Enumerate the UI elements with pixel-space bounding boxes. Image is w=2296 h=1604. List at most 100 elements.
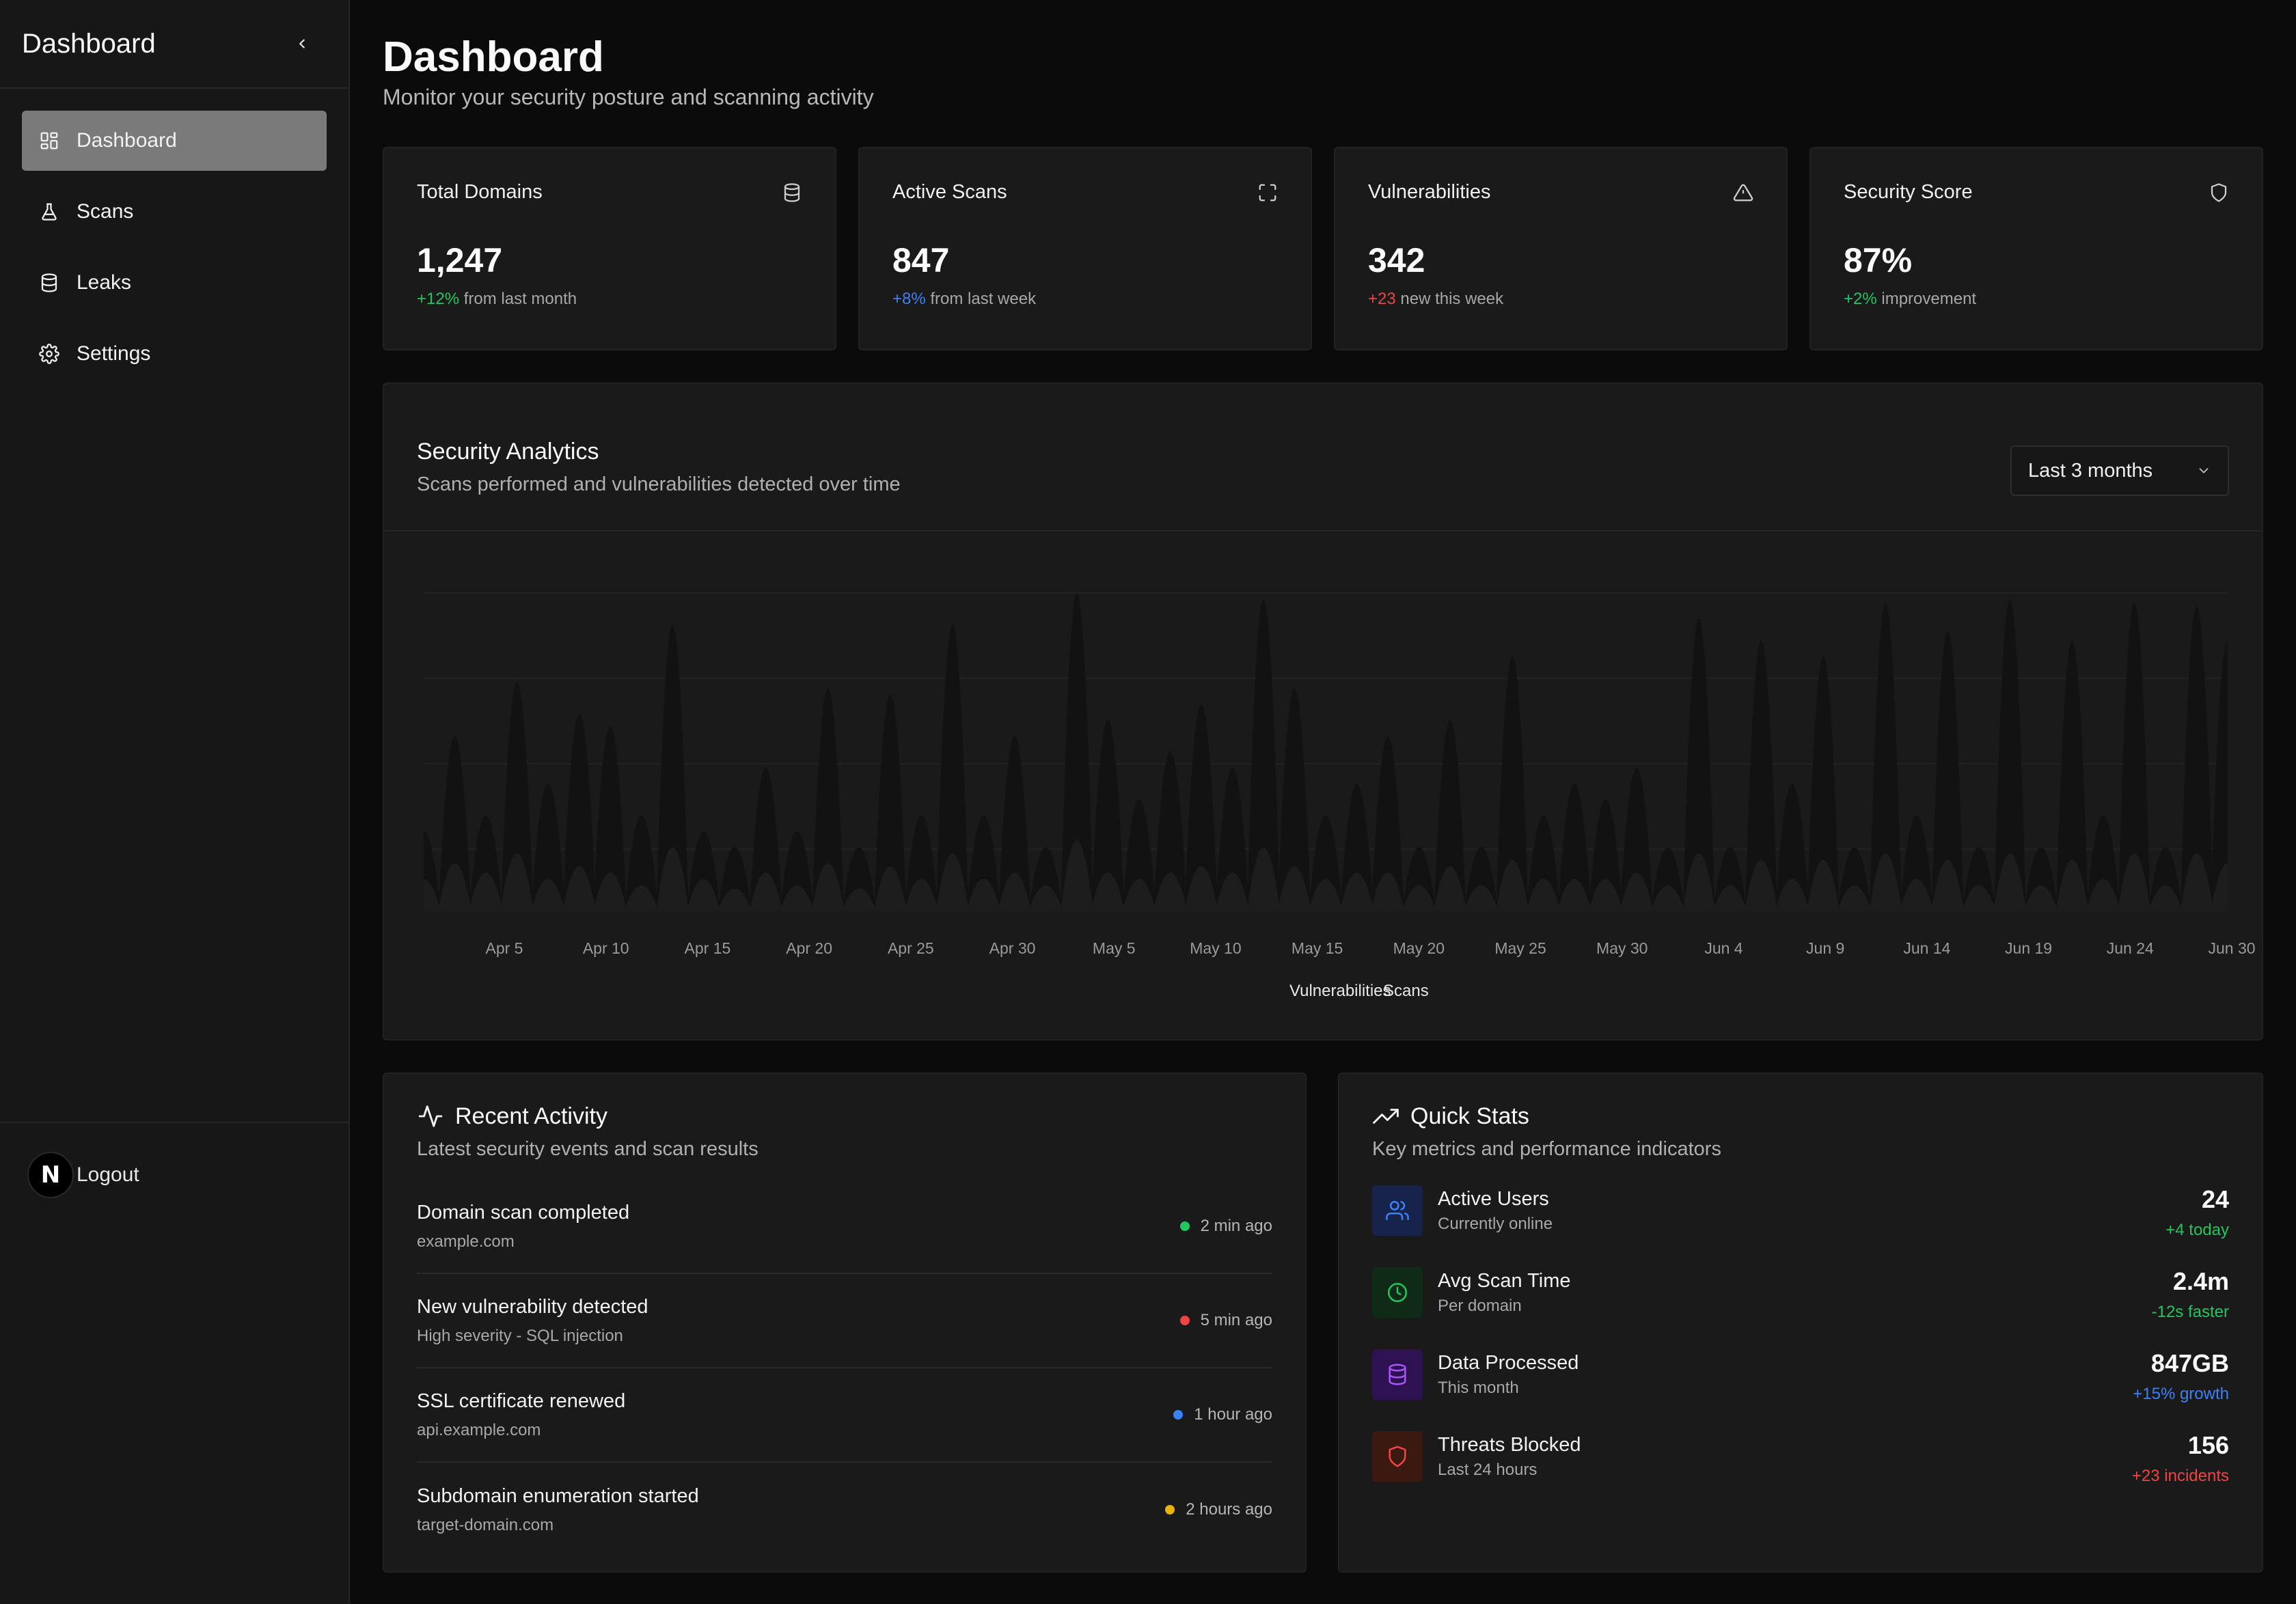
sidebar-title: Dashboard <box>22 28 156 59</box>
quick-stats-subtitle: Key metrics and performance indicators <box>1372 1138 1721 1160</box>
activity-item-time: 5 min ago <box>1200 1311 1272 1329</box>
database-icon <box>37 271 62 295</box>
list-item[interactable]: Subdomain enumeration started target-doma… <box>417 1463 1272 1557</box>
x-tick-label: May 5 <box>1093 939 1136 957</box>
trending-up-icon <box>1372 1103 1399 1130</box>
stat-label: Active Scans <box>892 181 1007 203</box>
x-tick-label: Apr 15 <box>685 939 731 957</box>
stat-delta: +12% <box>417 290 460 308</box>
x-tick-label: Jun 4 <box>1704 939 1742 957</box>
x-tick-label: Apr 10 <box>583 939 629 957</box>
stat-footnote: +12% from last month <box>417 290 802 309</box>
stat-value: 342 <box>1368 241 1425 279</box>
activity-list: Domain scan completed example.com 2 min a… <box>417 1180 1272 1557</box>
list-item: Data Processed This month 847GB +15% growt… <box>1372 1349 2229 1431</box>
stat-label: Vulnerabilities <box>1368 181 1491 203</box>
quick-stat-delta: +15% growth <box>2133 1385 2229 1403</box>
alert-triangle-icon <box>1733 184 1753 201</box>
quick-stat-title: Active Users <box>1438 1187 1549 1210</box>
list-item[interactable]: Domain scan completed example.com 2 min a… <box>417 1180 1272 1274</box>
x-tick-label: May 20 <box>1393 939 1445 957</box>
activity-item-detail: High severity - SQL injection <box>417 1326 623 1345</box>
quick-stat-value: 847GB <box>2150 1349 2229 1377</box>
stat-card-total-domains: Total Domains 1,247 +12% from last month <box>383 147 836 350</box>
x-axis-ticks: Apr 5 Apr 10 Apr 15 Apr 20 Apr 25 Apr 30 May 5… <box>486 939 2256 957</box>
sidebar-item-leaks[interactable]: Leaks <box>22 253 327 313</box>
quick-stat-subtitle: Per domain <box>1438 1296 1522 1315</box>
sidebar-item-label: Dashboard <box>77 129 177 152</box>
x-tick-label: May 25 <box>1494 939 1546 957</box>
avatar[interactable]: N <box>27 1152 74 1198</box>
stat-note: from last month <box>459 290 577 308</box>
list-item: Avg Scan Time Per domain 2.4m -12s faster <box>1372 1267 2229 1349</box>
sidebar-item-settings[interactable]: Settings <box>22 324 327 384</box>
time-range-select[interactable]: Last 3 months <box>2010 445 2229 496</box>
quick-stat-delta: +23 incidents <box>2131 1467 2229 1485</box>
x-tick-label: Jun 14 <box>1903 939 1950 957</box>
activity-item-title: SSL certificate renewed <box>417 1389 626 1412</box>
sidebar-item-label: Settings <box>77 342 151 365</box>
x-tick-label: Apr 25 <box>888 939 934 957</box>
stat-label: Security Score <box>1844 181 1973 203</box>
activity-title: Recent Activity <box>455 1103 607 1129</box>
quick-stat-subtitle: This month <box>1438 1378 1519 1397</box>
status-dot <box>1179 1316 1190 1325</box>
stat-delta: +2% <box>1844 290 1877 308</box>
gear-icon <box>37 342 62 366</box>
sidebar-item-dashboard[interactable]: Dashboard <box>22 111 327 171</box>
activity-item-time: 2 min ago <box>1200 1217 1272 1235</box>
quick-stat-title: Threats Blocked <box>1438 1433 1581 1456</box>
quick-stat-subtitle: Last 24 hours <box>1438 1460 1538 1479</box>
shield-icon <box>1372 1431 1423 1482</box>
activity-item-title: Domain scan completed <box>417 1201 630 1223</box>
x-tick-label: Jun 19 <box>2005 939 2052 957</box>
stat-note: from last week <box>925 290 1037 308</box>
list-item: Active Users Currently online 24 +4 today <box>1372 1185 2229 1267</box>
quick-stat-value: 156 <box>2187 1431 2229 1459</box>
page-title: Dashboard <box>383 33 604 81</box>
security-analytics-chart: Apr 5 Apr 10 Apr 15 Apr 20 Apr 25 Apr 30 May 5… <box>424 592 2256 1000</box>
activity-subtitle: Latest security events and scan results <box>417 1138 758 1160</box>
quick-stat-title: Avg Scan Time <box>1438 1269 1571 1292</box>
legend-scans: Scans <box>1383 982 1429 1000</box>
stat-note: improvement <box>1876 290 1977 308</box>
layout-dashboard-icon <box>37 128 62 153</box>
quick-stat-delta: -12s faster <box>2151 1303 2229 1321</box>
sidebar-header: Dashboard <box>0 0 348 89</box>
database-icon <box>784 182 800 202</box>
recent-activity-panel: Recent Activity Latest security events a… <box>383 1073 1307 1573</box>
x-tick-label: May 30 <box>1596 939 1648 957</box>
analytics-title: Security Analytics <box>417 439 599 465</box>
page-subtitle: Monitor your security posture and scanni… <box>383 85 874 109</box>
list-item[interactable]: SSL certificate renewed api.example.com 1… <box>417 1368 1272 1463</box>
status-dot <box>1173 1410 1184 1420</box>
analytics-header: Security Analytics Scans performed and v… <box>384 384 2262 531</box>
legend-vulnerabilities: Vulnerabilities <box>1289 982 1391 1000</box>
collapse-sidebar-button[interactable] <box>291 33 313 55</box>
stat-value: 1,247 <box>417 241 503 279</box>
stat-footnote: +2% improvement <box>1844 290 2229 309</box>
list-item[interactable]: New vulnerability detected High severity … <box>417 1274 1272 1368</box>
x-tick-label: Apr 5 <box>486 939 523 957</box>
activity-item-title: Subdomain enumeration started <box>417 1484 699 1507</box>
sidebar: Dashboard Dashboard Scans Leaks Settings… <box>0 0 350 1604</box>
logout-button[interactable]: Logout <box>77 1163 139 1187</box>
stat-label: Total Domains <box>417 181 543 203</box>
time-range-value: Last 3 months <box>2028 459 2153 482</box>
activity-item-title: New vulnerability detected <box>417 1295 648 1318</box>
x-tick-label: Jun 9 <box>1806 939 1844 957</box>
quick-stat-subtitle: Currently online <box>1438 1214 1553 1233</box>
x-tick-label: Apr 20 <box>786 939 832 957</box>
stat-delta: +23 <box>1368 290 1396 308</box>
stat-card-active-scans: Active Scans 847 +8% from last week <box>858 147 1312 350</box>
chevron-down-icon <box>2199 468 2209 473</box>
x-tick-label: Jun 30 <box>2208 939 2255 957</box>
sidebar-item-scans[interactable]: Scans <box>22 182 327 242</box>
stat-note: new this week <box>1395 290 1504 308</box>
stat-card-security-score: Security Score 87% +2% improvement <box>1809 147 2263 350</box>
activity-item-time: 1 hour ago <box>1194 1405 1272 1424</box>
x-tick-label: May 15 <box>1292 939 1343 957</box>
activity-item-detail: api.example.com <box>417 1420 541 1439</box>
stat-footnote: +23 new this week <box>1368 290 1753 309</box>
users-icon <box>1372 1185 1423 1236</box>
